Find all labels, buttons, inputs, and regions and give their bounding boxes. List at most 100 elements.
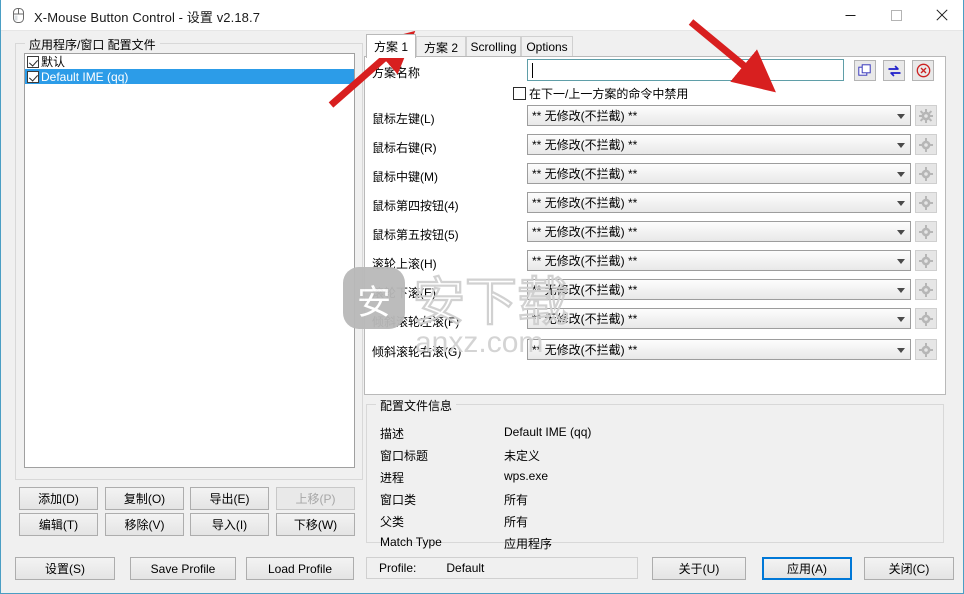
info-value-window-class: 所有	[504, 493, 529, 507]
action-combo-value: ** 无修改(不拦截) **	[532, 312, 638, 326]
chevron-down-icon	[897, 348, 905, 353]
disable-in-layer-cycle-label: 在下一/上一方案的命令中禁用	[529, 87, 689, 101]
title-bar: X-Mouse Button Control - 设置 v2.18.7	[1, 0, 963, 31]
checkbox-icon[interactable]	[27, 55, 39, 68]
action-combo-value: ** 无修改(不拦截) **	[532, 196, 638, 210]
row-label-right-button: 鼠标右键(R)	[372, 141, 437, 155]
edit-button[interactable]: 编辑(T)	[19, 513, 98, 536]
gear-icon-button-tilt-left[interactable]	[915, 308, 937, 329]
action-combo-middle-button[interactable]: ** 无修改(不拦截) **	[527, 163, 911, 184]
close-dialog-button[interactable]: 关闭(C)	[864, 557, 954, 580]
profile-list[interactable]: 默认 Default IME (qq)	[24, 53, 355, 468]
action-combo-tilt-left[interactable]: ** 无修改(不拦截) **	[527, 308, 911, 329]
action-combo-value: ** 无修改(不拦截) **	[532, 109, 638, 123]
remove-button[interactable]: 移除(V)	[105, 513, 184, 536]
action-combo-wheel-up[interactable]: ** 无修改(不拦截) **	[527, 250, 911, 271]
copy-layer-button[interactable]	[854, 60, 876, 81]
profile-info-group-title: 配置文件信息	[376, 397, 457, 414]
chevron-down-icon	[897, 259, 905, 264]
gear-icon-button-tilt-right[interactable]	[915, 339, 937, 360]
action-combo-value: ** 无修改(不拦截) **	[532, 167, 638, 181]
gear-icon-button-wheel-up[interactable]	[915, 250, 937, 271]
gear-icon-button-button-4[interactable]	[915, 192, 937, 213]
list-item-label: 默认	[41, 55, 66, 69]
row-label-wheel-down: 滚轮下滚(E)	[372, 286, 436, 300]
action-combo-wheel-down[interactable]: ** 无修改(不拦截) **	[527, 279, 911, 300]
swap-layers-button[interactable]	[883, 60, 905, 81]
chevron-down-icon	[897, 143, 905, 148]
minimize-button[interactable]	[827, 0, 873, 30]
action-combo-button-4[interactable]: ** 无修改(不拦截) **	[527, 192, 911, 213]
info-label-window-title: 窗口标题	[380, 449, 429, 463]
row-label-button-5: 鼠标第五按钮(5)	[372, 228, 459, 242]
gear-icon-button-left-button[interactable]	[915, 105, 937, 126]
row-label-wheel-up: 滚轮上滚(H)	[372, 257, 437, 271]
tab-strip: 方案 1 方案 2 Scrolling Options	[366, 34, 946, 58]
checkbox-icon[interactable]	[27, 70, 39, 83]
tab-scrolling[interactable]: Scrolling	[466, 36, 521, 57]
chevron-down-icon	[897, 172, 905, 177]
action-combo-value: ** 无修改(不拦截) **	[532, 138, 638, 152]
action-combo-left-button[interactable]: ** 无修改(不拦截) **	[527, 105, 911, 126]
load-profile-button[interactable]: Load Profile	[246, 557, 354, 580]
list-item[interactable]: Default IME (qq)	[25, 69, 354, 84]
copy-button[interactable]: 复制(O)	[105, 487, 184, 510]
profile-info-group: 配置文件信息 描述 Default IME (qq) 窗口标题 未定义 进程 w…	[366, 397, 944, 551]
gear-icon-button-button-5[interactable]	[915, 221, 937, 242]
chevron-down-icon	[897, 114, 905, 119]
info-value-window-title: 未定义	[504, 449, 541, 463]
gear-icon-button-middle-button[interactable]	[915, 163, 937, 184]
tab-options[interactable]: Options	[521, 36, 573, 57]
chevron-down-icon	[897, 230, 905, 235]
mouse-icon	[10, 7, 27, 24]
action-combo-tilt-right[interactable]: ** 无修改(不拦截) **	[527, 339, 911, 360]
gear-icon-button-wheel-down[interactable]	[915, 279, 937, 300]
profiles-group: 应用程序/窗口 配置文件 默认 Default IME (qq)	[15, 36, 363, 480]
layer-name-label: 方案名称	[372, 66, 421, 80]
checkbox-icon[interactable]	[513, 87, 526, 100]
disable-in-layer-cycle-checkbox[interactable]: 在下一/上一方案的命令中禁用	[513, 85, 688, 102]
tab-layer-1[interactable]: 方案 1	[366, 34, 416, 58]
apply-button[interactable]: 应用(A)	[762, 557, 852, 580]
profile-value: Default	[446, 561, 485, 575]
import-button[interactable]: 导入(I)	[190, 513, 269, 536]
row-label-left-button: 鼠标左键(L)	[372, 112, 435, 126]
clear-layer-button[interactable]	[912, 60, 934, 81]
info-value-match-type: 应用程序	[504, 537, 553, 551]
close-button[interactable]	[919, 0, 963, 30]
action-combo-button-5[interactable]: ** 无修改(不拦截) **	[527, 221, 911, 242]
list-item[interactable]: 默认	[25, 54, 354, 69]
action-combo-value: ** 无修改(不拦截) **	[532, 343, 638, 357]
info-value-parent-class: 所有	[504, 515, 529, 529]
export-button[interactable]: 导出(E)	[190, 487, 269, 510]
move-up-button: 上移(P)	[276, 487, 355, 510]
row-label-tilt-right: 倾斜滚轮右滚(G)	[372, 345, 462, 359]
tab-layer-2[interactable]: 方案 2	[416, 36, 466, 57]
window-title: X-Mouse Button Control - 设置 v2.18.7	[34, 10, 261, 25]
chevron-down-icon	[897, 317, 905, 322]
action-combo-value: ** 无修改(不拦截) **	[532, 254, 638, 268]
chevron-down-icon	[897, 288, 905, 293]
about-button[interactable]: 关于(U)	[652, 557, 746, 580]
row-label-button-4: 鼠标第四按钮(4)	[372, 199, 459, 213]
settings-button[interactable]: 设置(S)	[15, 557, 115, 580]
layer-name-input[interactable]	[527, 59, 844, 81]
add-button[interactable]: 添加(D)	[19, 487, 98, 510]
maximize-button[interactable]	[873, 0, 919, 30]
gear-icon-button-right-button[interactable]	[915, 134, 937, 155]
action-combo-value: ** 无修改(不拦截) **	[532, 283, 638, 297]
text-caret	[532, 63, 533, 78]
info-value-description: Default IME (qq)	[504, 425, 592, 439]
action-combo-value: ** 无修改(不拦截) **	[532, 225, 638, 239]
action-combo-right-button[interactable]: ** 无修改(不拦截) **	[527, 134, 911, 155]
chevron-down-icon	[897, 201, 905, 206]
save-profile-button[interactable]: Save Profile	[130, 557, 236, 580]
xmouse-settings-window: X-Mouse Button Control - 设置 v2.18.7 应用程序…	[0, 0, 964, 594]
info-label-match-type: Match Type	[380, 535, 442, 549]
move-down-button[interactable]: 下移(W)	[276, 513, 355, 536]
info-label-window-class: 窗口类	[380, 493, 417, 507]
info-value-process: wps.exe	[504, 469, 549, 483]
row-label-tilt-left: 倾斜滚轮左滚(F)	[372, 315, 460, 329]
profiles-group-title: 应用程序/窗口 配置文件	[25, 36, 160, 53]
info-label-process: 进程	[380, 471, 405, 485]
